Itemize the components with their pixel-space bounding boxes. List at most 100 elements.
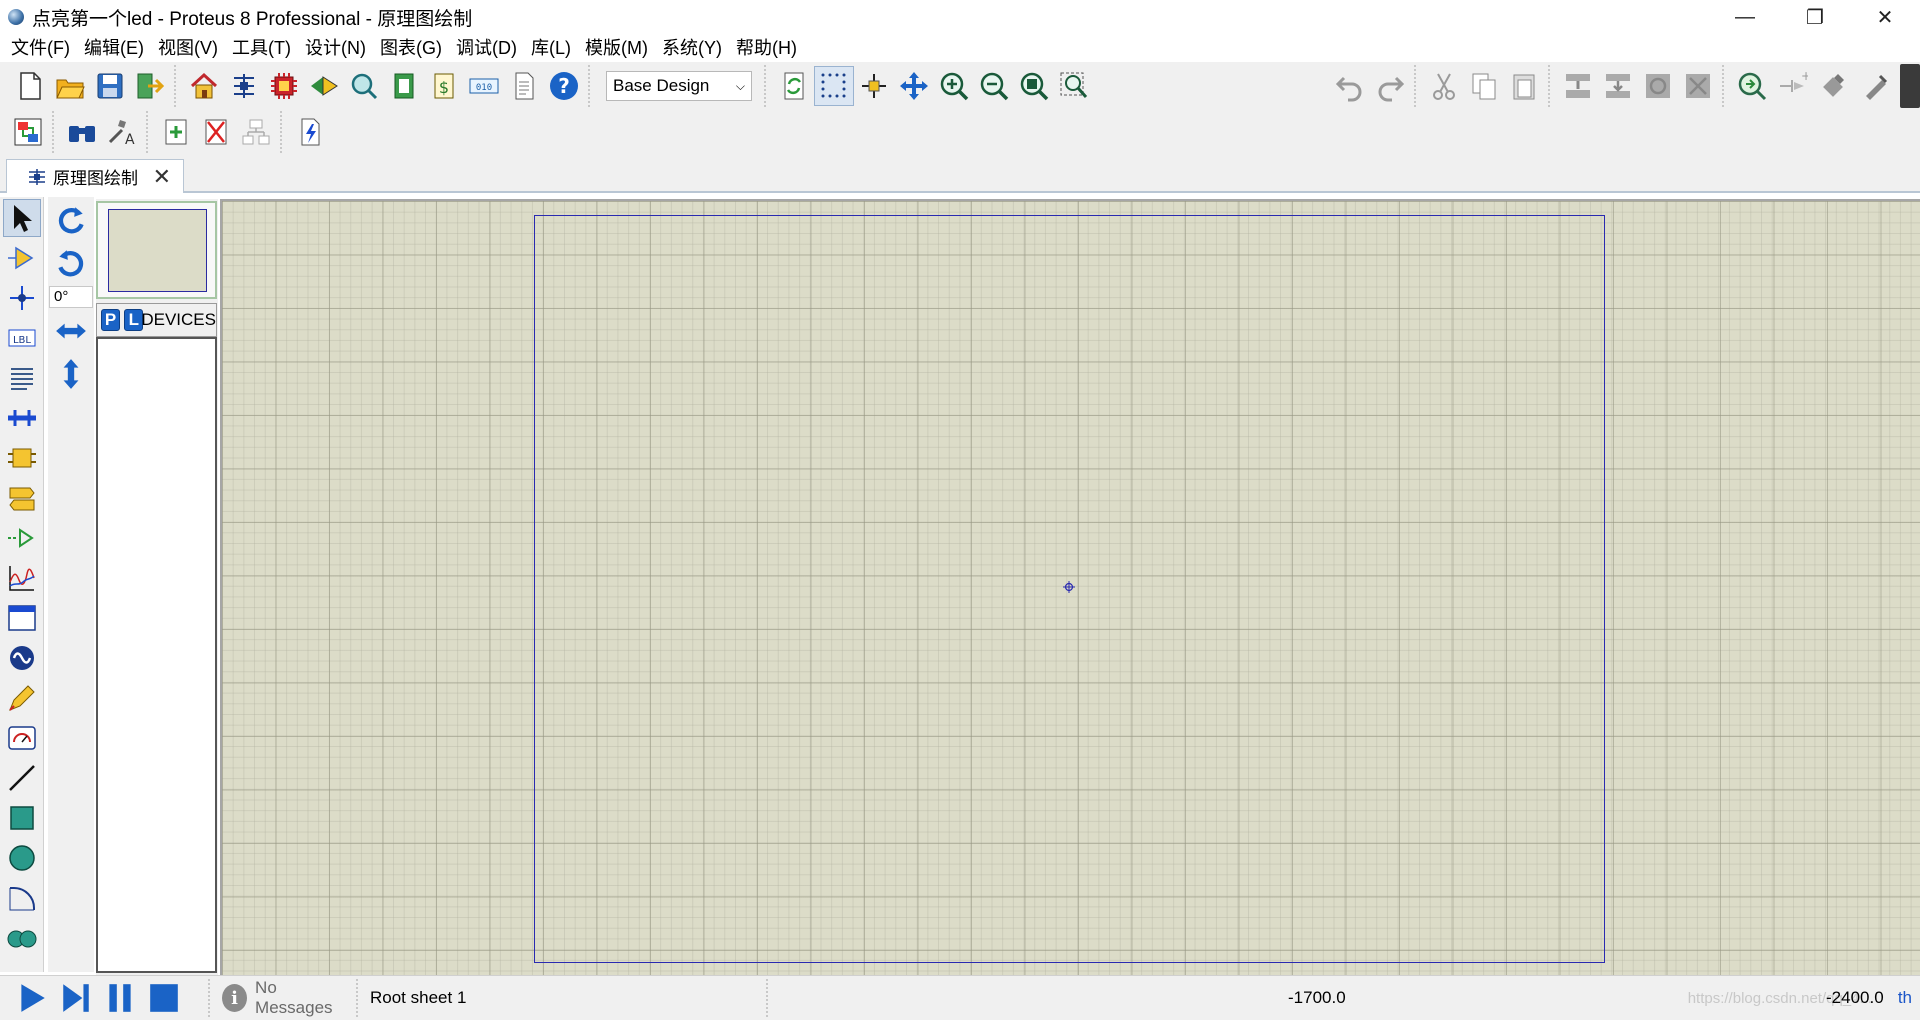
exit-to-parent-sheet-icon[interactable]	[236, 112, 276, 152]
toolbar-overflow-handle[interactable]	[1900, 64, 1920, 108]
virtual-instruments-mode-icon[interactable]	[3, 719, 41, 757]
schematic-editing-canvas[interactable]	[220, 199, 1920, 975]
design-explorer-icon[interactable]	[384, 66, 424, 106]
close-project-icon[interactable]	[130, 66, 170, 106]
rotation-angle-field[interactable]: 0°	[49, 286, 93, 308]
block-move-icon[interactable]	[1598, 66, 1638, 106]
zoom-in-icon[interactable]	[934, 66, 974, 106]
packaging-tool-icon[interactable]	[1812, 66, 1852, 106]
component-mode-icon[interactable]	[3, 239, 41, 277]
run-simulation-icon[interactable]	[10, 978, 54, 1018]
menu-template[interactable]: 模版(M)	[578, 34, 655, 62]
pick-devices-button[interactable]: P	[101, 309, 121, 331]
menu-help[interactable]: 帮助(H)	[729, 34, 804, 62]
overview-window[interactable]	[96, 201, 217, 299]
home-page-icon[interactable]	[184, 66, 224, 106]
stop-simulation-icon[interactable]	[142, 978, 186, 1018]
undo-icon[interactable]	[1330, 66, 1370, 106]
2d-box-mode-icon[interactable]	[3, 799, 41, 837]
device-pins-mode-icon[interactable]	[3, 519, 41, 557]
pick-parts-icon[interactable]	[1732, 66, 1772, 106]
menu-file[interactable]: 文件(F)	[4, 34, 77, 62]
pan-icon[interactable]	[894, 66, 934, 106]
variant-select-value: Base Design	[613, 76, 710, 95]
menu-system[interactable]: 系统(Y)	[655, 34, 729, 62]
zoom-out-icon[interactable]	[974, 66, 1014, 106]
generator-mode-icon[interactable]	[3, 639, 41, 677]
zoom-to-area-icon[interactable]	[1054, 66, 1094, 106]
rotate-anticlockwise-icon[interactable]	[51, 243, 91, 283]
2d-circle-mode-icon[interactable]	[3, 839, 41, 877]
restore-button[interactable]: ❐	[1780, 0, 1850, 34]
menu-bar: 文件(F) 编辑(E) 视图(V) 工具(T) 设计(N) 图表(G) 调试(D…	[0, 34, 1920, 62]
refresh-icon[interactable]	[774, 66, 814, 106]
redo-icon[interactable]	[1370, 66, 1410, 106]
2d-path-mode-icon[interactable]	[3, 919, 41, 957]
pcb-layout-icon[interactable]	[264, 66, 304, 106]
new-file-icon[interactable]	[10, 66, 50, 106]
variant-select[interactable]: Base Design ⌵	[606, 71, 752, 101]
step-simulation-icon[interactable]	[54, 978, 98, 1018]
orientation-toolbar: 0°	[48, 197, 94, 972]
minimize-button[interactable]: —	[1710, 0, 1780, 34]
toggle-origin-icon[interactable]	[854, 66, 894, 106]
junction-dot-mode-icon[interactable]	[3, 279, 41, 317]
2d-arc-mode-icon[interactable]	[3, 879, 41, 917]
3d-viewer-icon[interactable]	[304, 66, 344, 106]
open-folder-icon[interactable]	[50, 66, 90, 106]
text-script-mode-icon[interactable]	[3, 359, 41, 397]
toggle-wire-autorouter-icon[interactable]	[8, 112, 48, 152]
block-delete-icon[interactable]	[1678, 66, 1718, 106]
paste-icon[interactable]	[1504, 66, 1544, 106]
save-icon[interactable]	[90, 66, 130, 106]
property-assignment-tool-icon[interactable]: A	[102, 112, 142, 152]
2d-line-mode-icon[interactable]	[3, 759, 41, 797]
device-list[interactable]	[96, 337, 217, 973]
voltage-probe-mode-icon[interactable]	[3, 679, 41, 717]
copy-icon[interactable]	[1464, 66, 1504, 106]
search-tag-icon[interactable]	[62, 112, 102, 152]
flip-horizontal-icon[interactable]	[51, 311, 91, 351]
window-title: 点亮第一个led - Proteus 8 Professional - 原理图绘…	[32, 8, 473, 30]
tape-recorder-mode-icon[interactable]	[3, 599, 41, 637]
electrical-rule-check-icon[interactable]	[290, 112, 330, 152]
buses-mode-icon[interactable]	[3, 399, 41, 437]
zoom-to-sheet-icon[interactable]	[1014, 66, 1054, 106]
schematic-capture-icon[interactable]	[224, 66, 264, 106]
message-area[interactable]: i No Messages	[208, 978, 348, 1017]
flip-vertical-icon[interactable]	[51, 354, 91, 394]
status-bar: i No Messages Root sheet 1	[0, 975, 1920, 1020]
close-window-button[interactable]: ✕	[1850, 0, 1920, 34]
make-device-icon[interactable]: +	[1772, 66, 1812, 106]
selection-mode-icon[interactable]	[3, 199, 41, 237]
pause-simulation-icon[interactable]	[98, 978, 142, 1018]
project-notes-icon[interactable]	[504, 66, 544, 106]
bill-of-materials-icon[interactable]: $	[424, 66, 464, 106]
gerber-viewer-icon[interactable]	[344, 66, 384, 106]
menu-view[interactable]: 视图(V)	[151, 34, 225, 62]
source-code-icon[interactable]: 010	[464, 66, 504, 106]
new-sheet-icon[interactable]	[156, 112, 196, 152]
menu-graph[interactable]: 图表(G)	[373, 34, 449, 62]
menu-library[interactable]: 库(L)	[524, 34, 578, 62]
tab-schematic-capture[interactable]: 原理图绘制 ✕	[6, 159, 184, 193]
menu-tools[interactable]: 工具(T)	[225, 34, 298, 62]
tab-close-icon[interactable]: ✕	[153, 164, 171, 190]
graph-mode-icon[interactable]	[3, 559, 41, 597]
toggle-grid-icon[interactable]	[814, 66, 854, 106]
title-bar: 点亮第一个led - Proteus 8 Professional - 原理图绘…	[0, 0, 1920, 34]
block-copy-icon[interactable]	[1558, 66, 1598, 106]
wire-label-mode-icon[interactable]: LBL	[3, 319, 41, 357]
menu-design[interactable]: 设计(N)	[298, 34, 373, 62]
menu-edit[interactable]: 编辑(E)	[77, 34, 151, 62]
terminals-mode-icon[interactable]	[3, 479, 41, 517]
menu-debug[interactable]: 调试(D)	[449, 34, 524, 62]
cut-icon[interactable]	[1424, 66, 1464, 106]
units-indicator[interactable]: th	[1898, 988, 1912, 1008]
remove-sheet-icon[interactable]	[196, 112, 236, 152]
help-icon[interactable]: ?	[544, 66, 584, 106]
block-rotate-icon[interactable]	[1638, 66, 1678, 106]
rotate-clockwise-icon[interactable]	[51, 200, 91, 240]
decompose-icon[interactable]	[1856, 66, 1896, 106]
subcircuit-mode-icon[interactable]	[3, 439, 41, 477]
